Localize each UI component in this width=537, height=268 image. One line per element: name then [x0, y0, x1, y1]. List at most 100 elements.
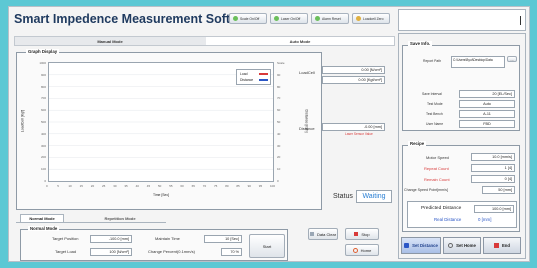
- distance-value: -0.00 [mm]: [322, 123, 385, 131]
- scale-icon: [233, 16, 238, 21]
- report-path-value[interactable]: C:\Users\Byul\Desktop\Data: [451, 56, 505, 68]
- y-left-tick: 0: [44, 179, 46, 183]
- real-distance-label: Real Distance: [434, 217, 462, 222]
- repeat-count-input[interactable]: 1 [4]: [471, 164, 515, 172]
- target-position-input[interactable]: -100.0 [mm]: [90, 235, 132, 243]
- tab-normal-mode[interactable]: Normal Mode: [20, 214, 64, 222]
- home-button[interactable]: Home: [345, 244, 379, 256]
- motor-speed-label: Motor Speed: [426, 155, 449, 160]
- x-tick: 35: [124, 184, 128, 188]
- x-tick: 15: [79, 184, 83, 188]
- y-right-tick: 80: [277, 84, 281, 89]
- laser-toggle-button[interactable]: Laser On/Off: [270, 13, 308, 24]
- legend-load-label: Load: [240, 72, 248, 76]
- change-percent-label: Change Percent(0.1mm/s): [148, 249, 195, 254]
- maintain-time-label: Maintain Time: [155, 236, 180, 241]
- legend-distance-label: Distance: [240, 78, 254, 82]
- x-tick: 20: [90, 184, 95, 188]
- x-tick: 95: [258, 184, 263, 188]
- predicted-distance-label: Predicted Distance: [421, 206, 462, 211]
- loadcell-kgf-value: 0.00 [Kgf/cm²]: [322, 76, 385, 84]
- legend-load-swatch: [259, 73, 268, 75]
- loadcell-zero-icon: [356, 16, 361, 21]
- test-bench-label: Test Bench: [426, 112, 443, 116]
- y-right-tick: 20: [277, 155, 281, 160]
- header-blank-box: [398, 9, 526, 31]
- x-tick: 85: [236, 184, 240, 188]
- status-value: Waiting: [356, 190, 392, 203]
- change-speed-label: Change Speed Point[mm/s]: [404, 188, 448, 192]
- end-icon: [493, 243, 499, 248]
- user-name-label: User Name: [426, 122, 444, 126]
- remain-count-value: 0 [4]: [471, 175, 515, 183]
- y-left-tick: 100: [40, 167, 46, 172]
- x-tick: 75: [214, 184, 218, 188]
- y-left-tick: 1000: [39, 61, 46, 65]
- x-tick: 5: [57, 184, 59, 188]
- app-title: Smart Impedence Measurement Software: [14, 12, 259, 26]
- alarm-reset-button[interactable]: Alarm Reset: [311, 13, 349, 24]
- distance-label: Distance: [299, 126, 315, 131]
- normal-mode-group: [20, 229, 288, 261]
- laser-icon: [274, 16, 279, 21]
- set-distance-button[interactable]: Set Distance: [401, 237, 441, 254]
- y-left-axis-label: LoadCell [Kgf]: [20, 109, 25, 133]
- repeat-count-label: Repeat Count: [424, 166, 449, 171]
- text-cursor: [520, 16, 521, 25]
- stop-button[interactable]: Stop: [345, 228, 379, 240]
- end-button[interactable]: End: [483, 237, 521, 254]
- loadcell-zero-button[interactable]: Loadcell Zero: [352, 13, 390, 24]
- y-right-tick: 90: [277, 72, 281, 77]
- alarm-reset-icon: [315, 16, 320, 21]
- data-clear-icon: [309, 232, 314, 236]
- tab-manual-mode[interactable]: Manual Mode: [15, 37, 205, 45]
- distance-sub-label: Laser Sensor Value: [345, 132, 373, 136]
- test-mode-value: Auto: [459, 100, 515, 108]
- y-right-tick: 0: [277, 179, 279, 183]
- predicted-distance-value: 100.0 [mm]: [474, 205, 514, 213]
- y-left-tick: 400: [40, 131, 46, 136]
- y-right-tick: 70: [277, 96, 281, 101]
- y-right-tick: 10: [277, 167, 281, 172]
- graph-display-title: Graph Display: [26, 49, 60, 54]
- remain-count-label: Remain Count: [424, 177, 450, 182]
- save-interval-input[interactable]: 20 [EL/Sec]: [459, 90, 515, 98]
- x-tick: 30: [113, 184, 117, 188]
- y-right-tick: Scale: [277, 61, 285, 65]
- x-tick: 0: [46, 184, 48, 188]
- change-percent-input[interactable]: 70 %: [221, 248, 242, 256]
- y-left-tick: 900: [40, 72, 46, 77]
- save-info-title: Save Info.: [408, 41, 433, 46]
- scale-toggle-button[interactable]: Scale On/Off: [229, 13, 267, 24]
- browse-button[interactable]: ...: [507, 56, 517, 62]
- y-left-tick: 300: [40, 143, 46, 148]
- normal-mode-title: Normal Mode: [28, 226, 60, 231]
- x-tick: 25: [102, 184, 106, 188]
- recipe-title: Recipe: [408, 141, 427, 146]
- change-speed-input[interactable]: 50 [mm]: [482, 186, 515, 194]
- y-left-tick: 600: [40, 108, 46, 113]
- x-tick: 65: [191, 184, 195, 188]
- start-button[interactable]: Start: [249, 234, 285, 258]
- y-right-tick: 50: [277, 120, 281, 124]
- x-tick: 100: [270, 184, 276, 188]
- motor-speed-input[interactable]: 10.0 [mm/s]: [471, 153, 515, 161]
- x-tick: 10: [68, 184, 72, 188]
- x-tick: 55: [169, 184, 173, 188]
- loadcell-n-value: 0.00 [N/cm²]: [322, 66, 385, 74]
- x-axis-label: Time [Sec]: [153, 193, 170, 197]
- y-right-tick: 60: [277, 108, 281, 113]
- status-label: Status: [333, 193, 353, 200]
- maintain-time-input[interactable]: 10 [Sec]: [204, 235, 242, 243]
- stop-icon: [354, 232, 359, 236]
- save-interval-label: Save Interval: [422, 92, 442, 96]
- set-home-button[interactable]: Set Home: [443, 237, 481, 254]
- data-clear-button[interactable]: Data Clear: [308, 228, 338, 240]
- x-tick: 50: [158, 184, 162, 188]
- tab-repetition-mode[interactable]: Repetition Mode: [92, 214, 148, 222]
- target-load-input[interactable]: 100 [N/cm²]: [90, 248, 132, 256]
- tab-auto-mode[interactable]: Auto Mode: [206, 37, 394, 45]
- y-right-tick: 40: [277, 131, 281, 136]
- test-bench-input[interactable]: A-11: [459, 110, 515, 118]
- user-name-input[interactable]: FBD: [459, 120, 515, 128]
